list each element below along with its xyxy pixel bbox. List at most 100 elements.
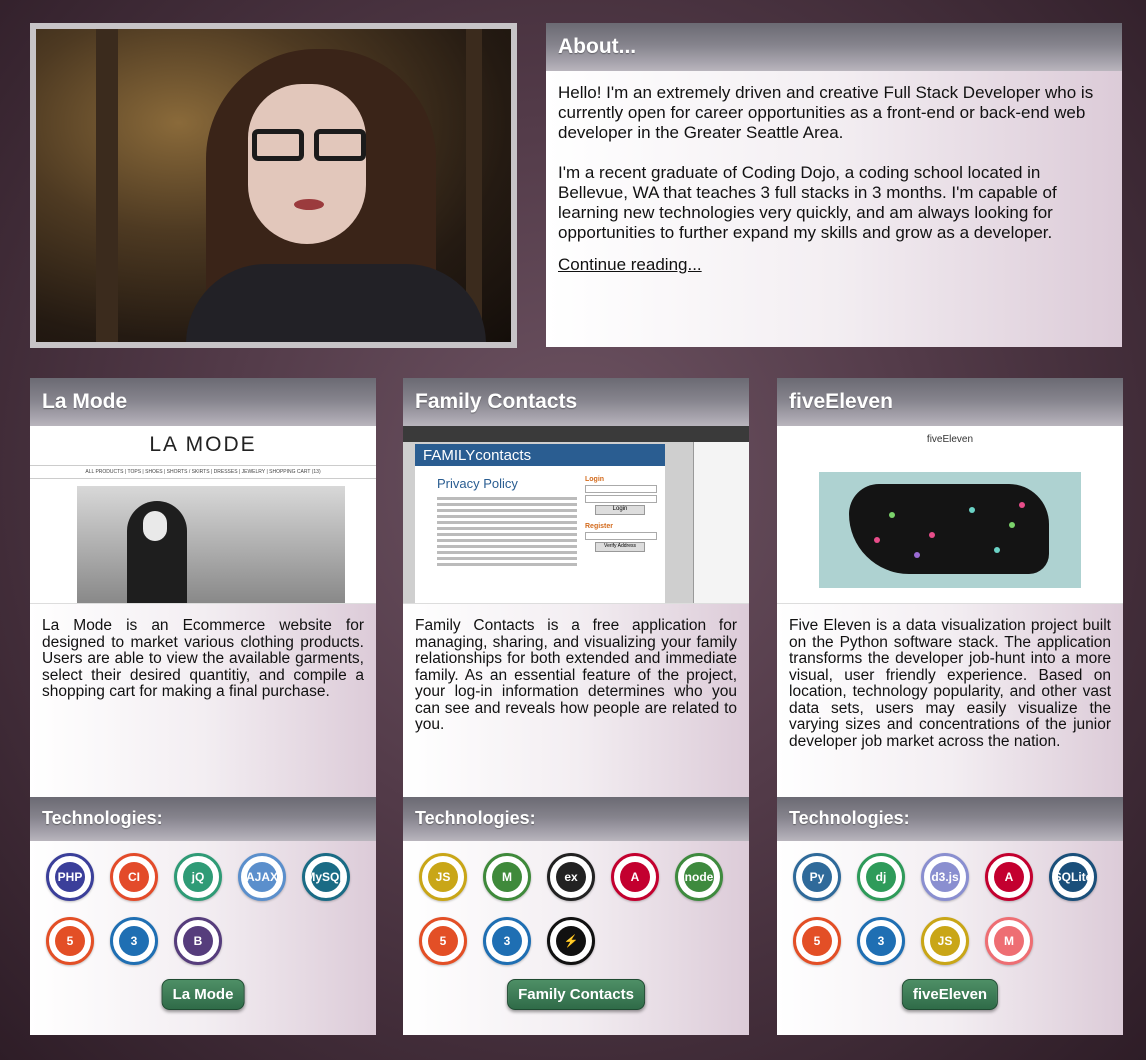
- technologies-heading: Technologies:: [30, 797, 376, 841]
- tech-icon-glyph: M: [492, 862, 522, 892]
- about-paragraph: Hello! I'm an extremely driven and creat…: [558, 83, 1094, 142]
- screenshot-banner: FAMILYcontacts: [415, 444, 665, 466]
- javascript-icon: JS: [419, 853, 467, 901]
- css3-icon: 3: [110, 917, 158, 965]
- javascript-icon: JS: [921, 917, 969, 965]
- tech-icon-glyph: 3: [119, 926, 149, 956]
- project-description: Five Eleven is a data visualization proj…: [777, 604, 1123, 797]
- profile-photo: [36, 29, 511, 342]
- project-description: La Mode is an Ecommerce website for desi…: [30, 604, 376, 797]
- screenshot-login-label: Login: [585, 476, 605, 483]
- screenshot-site-title: LA MODE: [149, 433, 257, 456]
- tech-icon-glyph: A: [994, 862, 1024, 892]
- about-title: About...: [546, 23, 1122, 71]
- tech-icon-glyph: JS: [428, 862, 458, 892]
- mysql-icon: MySQL: [302, 853, 350, 901]
- tech-icon-glyph: dj: [866, 862, 896, 892]
- technologies-heading: Technologies:: [777, 797, 1123, 841]
- tech-icon-glyph: d3.js: [930, 862, 960, 892]
- photo-lips: [294, 199, 324, 210]
- html5-icon: 5: [46, 917, 94, 965]
- tech-icon-glyph: 5: [428, 926, 458, 956]
- html5-icon: 5: [793, 917, 841, 965]
- technologies-panel: PHP CI jQ AJAX MySQL 5 3 B La Mode: [30, 841, 376, 1035]
- materialize-icon: M: [985, 917, 1033, 965]
- screenshot-site-title: fiveEleven: [926, 434, 974, 445]
- angular-icon: A: [985, 853, 1033, 901]
- tech-icon-glyph: 5: [802, 926, 832, 956]
- tech-icon-glyph: jQ: [183, 862, 213, 892]
- bootstrap-icon: B: [174, 917, 222, 965]
- family-contacts-button[interactable]: Family Contacts: [507, 979, 645, 1010]
- d3-icon: d3.js: [921, 853, 969, 901]
- express-icon: ex: [547, 853, 595, 901]
- node-icon: node: [675, 853, 723, 901]
- ajax-icon: AJAX: [238, 853, 286, 901]
- tech-icon-glyph: B: [183, 926, 213, 956]
- css3-icon: 3: [483, 917, 531, 965]
- project-screenshot[interactable]: LA MODE ALL PRODUCTS | TOPS | SHOES | SH…: [30, 426, 376, 604]
- photo-shirt: [186, 264, 486, 342]
- project-title: fiveEleven: [777, 378, 1123, 426]
- tech-icon-glyph: Py: [802, 862, 832, 892]
- about-paragraph: I'm a recent graduate of Coding Dojo, a …: [558, 163, 1057, 242]
- about-panel: About... Hello! I'm an extremely driven …: [546, 23, 1122, 347]
- project-screenshot[interactable]: FAMILYcontacts Privacy Policy Login Logi…: [403, 426, 749, 604]
- django-icon: dj: [857, 853, 905, 901]
- project-title: Family Contacts: [403, 378, 749, 426]
- screenshot-us-map: [819, 472, 1081, 588]
- project-title: La Mode: [30, 378, 376, 426]
- tech-icon-glyph: MySQL: [305, 862, 347, 892]
- project-description: Family Contacts is a free application fo…: [403, 604, 749, 797]
- tech-icon-list: JS Mex Anode 5 3 ⚡: [419, 853, 749, 981]
- photo-glasses: [252, 129, 370, 163]
- screenshot-nav: ALL PRODUCTS | TOPS | SHOES | SHORTS / S…: [30, 465, 376, 479]
- tech-icon-glyph: SQLite: [1054, 862, 1092, 892]
- screenshot-page: FAMILYcontacts Privacy Policy Login Logi…: [415, 444, 665, 603]
- screenshot-register-label: Register: [585, 523, 614, 530]
- tech-icon-list: PHP CI jQ AJAX MySQL 5 3 B: [46, 853, 376, 981]
- project-card-family-contacts: Family Contacts FAMILYcontacts Privacy P…: [403, 378, 749, 1035]
- tree-trunk: [96, 29, 118, 342]
- tech-icon-glyph: 5: [55, 926, 85, 956]
- codeigniter-icon: CI: [110, 853, 158, 901]
- jquery-icon: jQ: [174, 853, 222, 901]
- python-icon: Py: [793, 853, 841, 901]
- tech-icon-glyph: JS: [930, 926, 960, 956]
- tech-icon-glyph: PHP: [55, 862, 85, 892]
- tech-icon-glyph: ⚡: [556, 926, 586, 956]
- tech-icon-glyph: CI: [119, 862, 149, 892]
- tech-icon-list: Py dj d3.js A SQLite 5 3 JS M: [793, 853, 1123, 981]
- technologies-panel: Py dj d3.js A SQLite 5 3 JS M fiveEleven: [777, 841, 1123, 1035]
- mongodb-icon: M: [483, 853, 531, 901]
- technologies-heading: Technologies:: [403, 797, 749, 841]
- css3-icon: 3: [857, 917, 905, 965]
- screenshot-verify-button: Verify Address: [595, 542, 645, 552]
- angular-icon: A: [611, 853, 659, 901]
- tech-icon-glyph: 3: [866, 926, 896, 956]
- project-screenshot[interactable]: fiveEleven: [777, 426, 1123, 604]
- screenshot-model-photo: [77, 486, 345, 603]
- profile-photo-frame: [30, 23, 517, 348]
- photo-face: [248, 84, 366, 244]
- technologies-panel: JS Mex Anode 5 3 ⚡ Family Contacts: [403, 841, 749, 1035]
- php-icon: PHP: [46, 853, 94, 901]
- sqlite-icon: SQLite: [1049, 853, 1097, 901]
- html5-icon: 5: [419, 917, 467, 965]
- about-body: Hello! I'm an extremely driven and creat…: [546, 71, 1122, 347]
- screenshot-login-button: Login: [595, 505, 645, 515]
- tech-icon-glyph: 3: [492, 926, 522, 956]
- fiveeleven-button[interactable]: fiveEleven: [901, 979, 999, 1010]
- tech-icon-glyph: AJAX: [246, 862, 278, 892]
- continue-reading-link[interactable]: Continue reading...: [558, 255, 702, 274]
- tech-icon-glyph: ex: [556, 862, 586, 892]
- la-mode-button[interactable]: La Mode: [161, 979, 245, 1010]
- tech-icon-glyph: M: [994, 926, 1024, 956]
- devtools-panel: [693, 442, 749, 603]
- tech-icon-glyph: node: [684, 862, 714, 892]
- tech-icon-glyph: A: [620, 862, 650, 892]
- browser-toolbar: [403, 426, 749, 442]
- project-card-fiveeleven: fiveEleven fiveEleven Five Eleven is a d…: [777, 378, 1123, 1035]
- socketio-icon: ⚡: [547, 917, 595, 965]
- project-card-la-mode: La Mode LA MODE ALL PRODUCTS | TOPS | SH…: [30, 378, 376, 1035]
